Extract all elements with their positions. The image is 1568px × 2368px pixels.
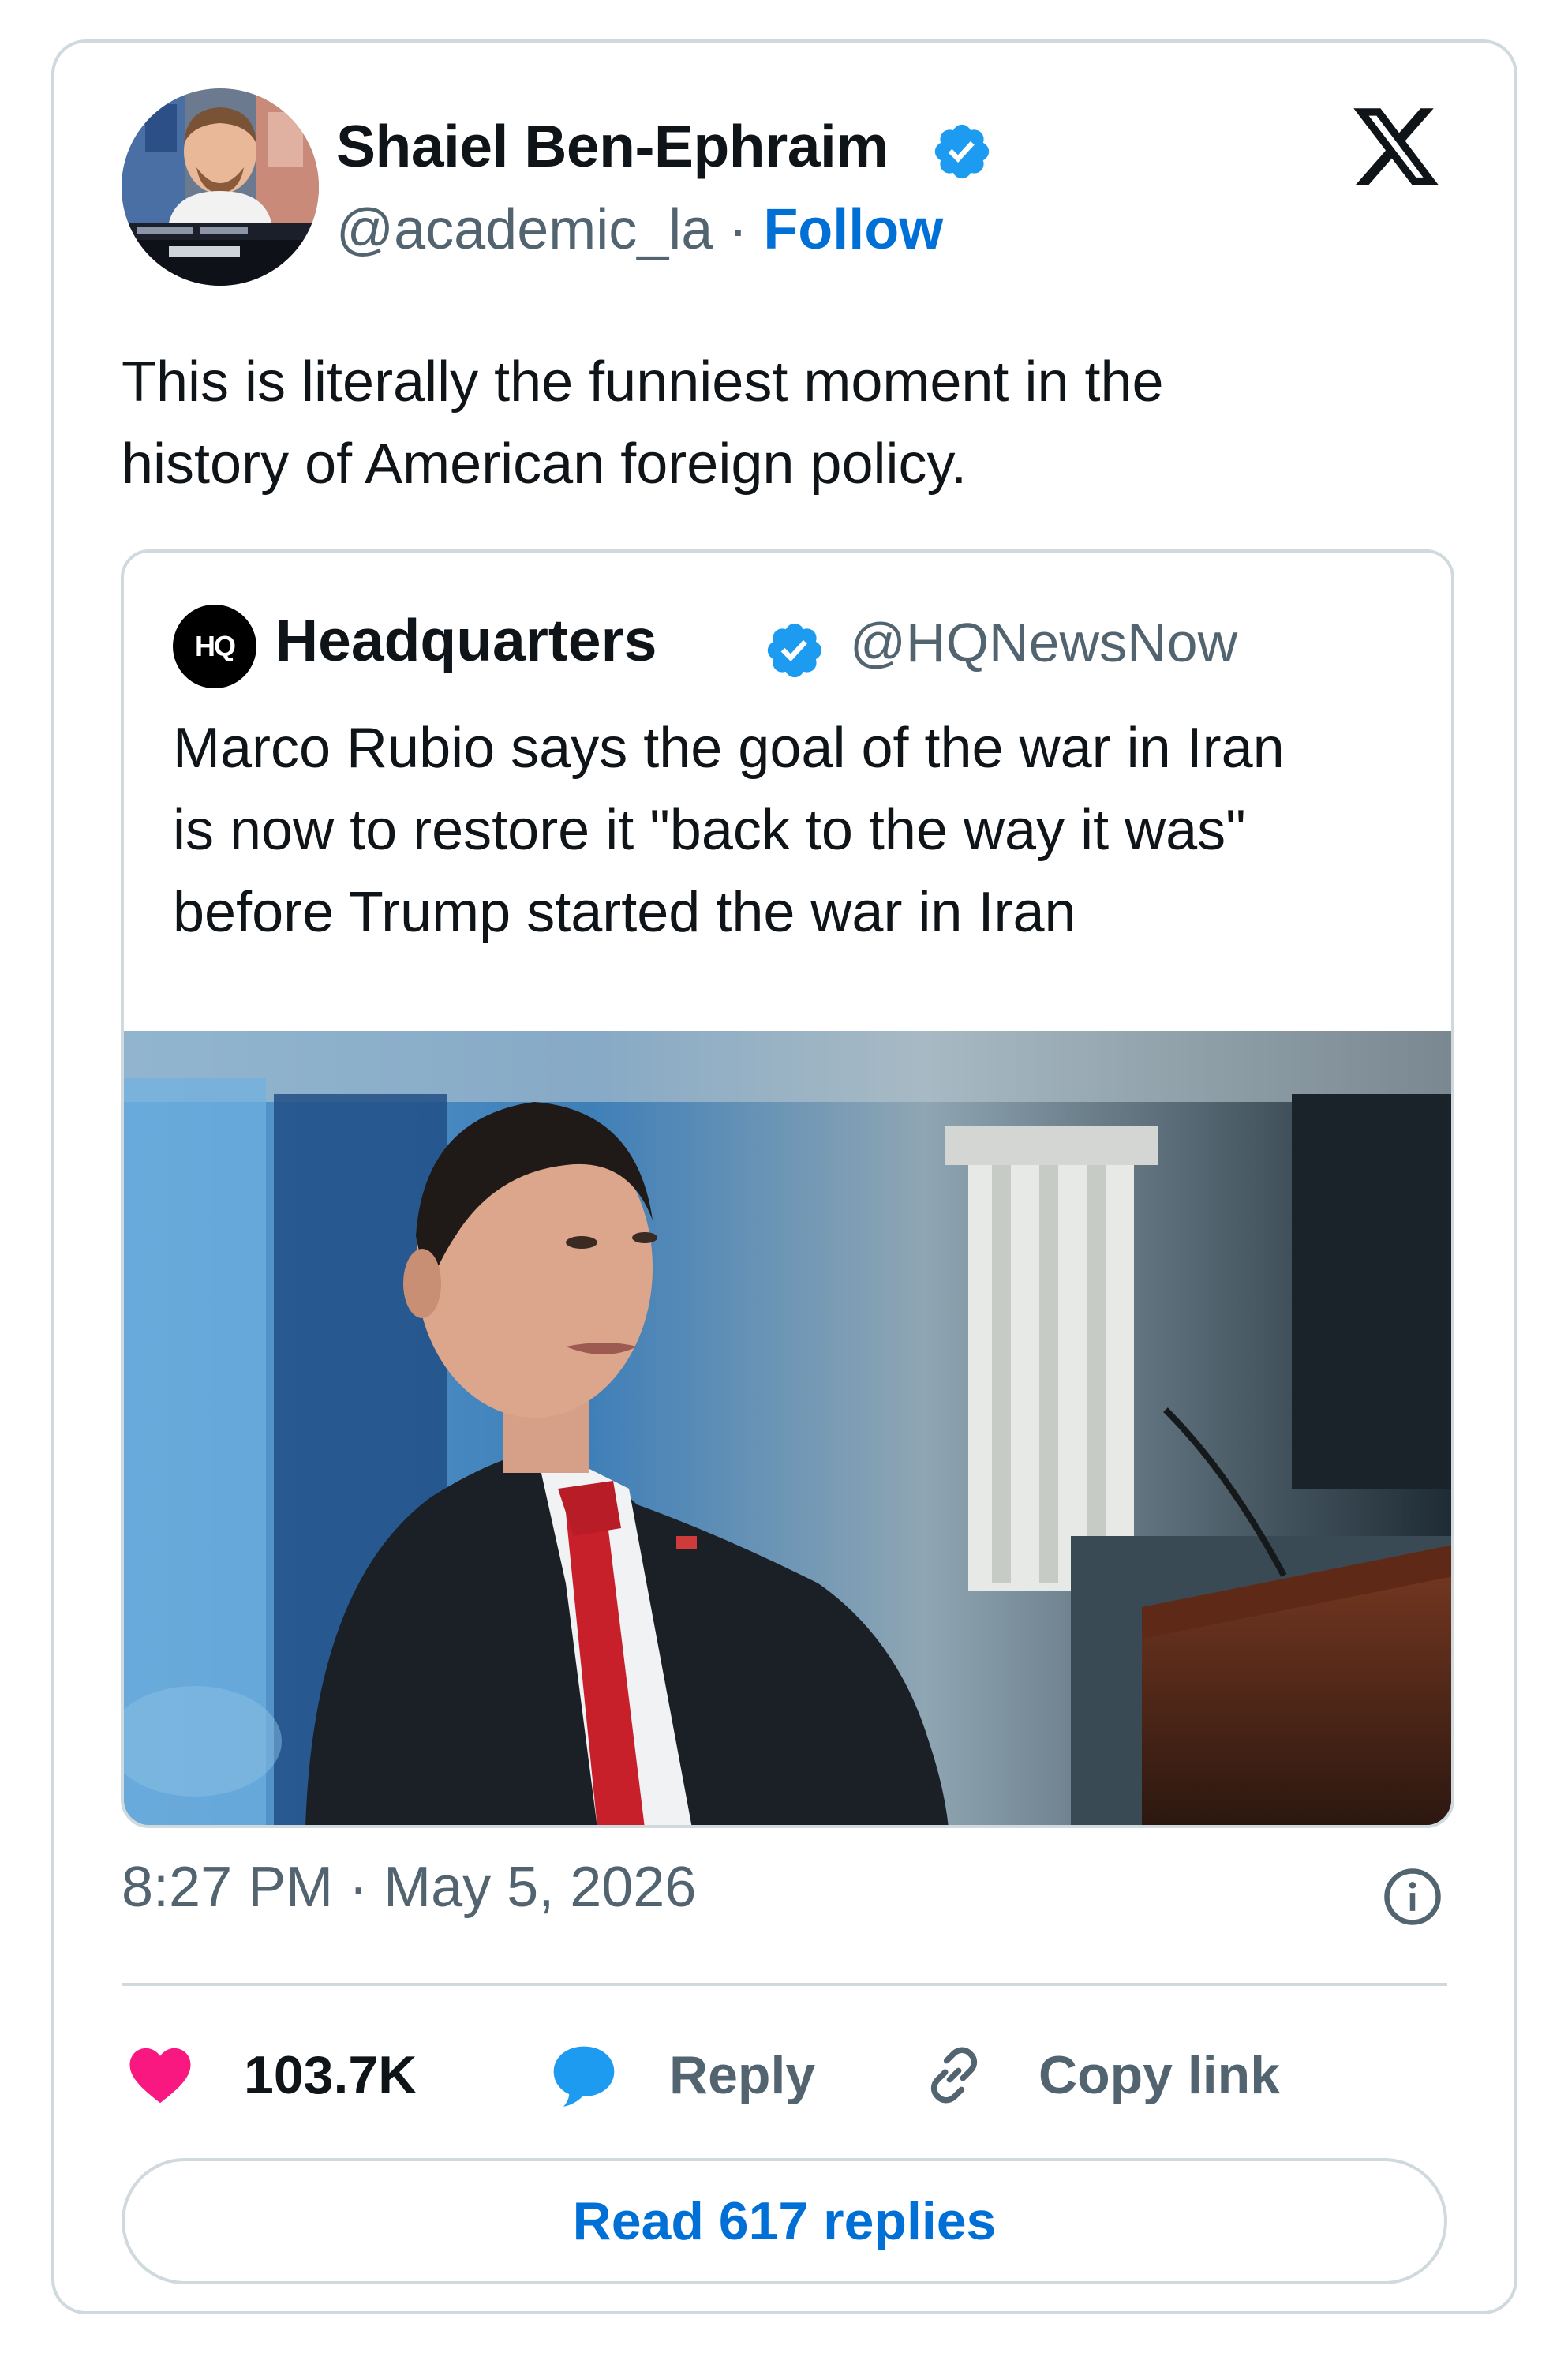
copy-link-label: Copy link xyxy=(1038,2045,1281,2105)
heart-icon xyxy=(129,2048,191,2104)
author-avatar[interactable] xyxy=(122,88,319,286)
quoted-tweet-photo[interactable] xyxy=(124,1031,1454,1828)
quoted-tweet[interactable]: HQ Headquarters @HQNewsNow Marco Rubio s… xyxy=(121,549,1454,1828)
quoted-text-line: Marco Rubio says the goal of the war in … xyxy=(173,717,1285,780)
quoted-text-line: is now to restore it "back to the way it… xyxy=(173,799,1246,862)
reply-bubble-icon xyxy=(553,2046,615,2107)
reply-label: Reply xyxy=(669,2045,816,2105)
quoted-author-avatar[interactable]: HQ xyxy=(173,605,256,688)
tweet-embed-card: Shaiel Ben-Ephraim @academic_la · Follow… xyxy=(51,39,1517,2314)
author-handle-line: @academic_la · Follow xyxy=(336,197,943,262)
copy-link-button[interactable]: Copy link xyxy=(919,2032,1280,2119)
quoted-text-line: before Trump started the war in Iran xyxy=(173,881,1076,944)
x-logo-icon[interactable] xyxy=(1349,99,1443,194)
like-count: 103.7K xyxy=(244,2045,417,2105)
quoted-author-name[interactable]: Headquarters xyxy=(275,606,657,674)
info-icon[interactable] xyxy=(1382,1866,1443,1928)
link-icon xyxy=(930,2047,978,2104)
verified-badge-icon xyxy=(934,124,990,179)
tweet-text: This is literally the funniest moment in… xyxy=(122,341,1447,505)
quoted-tweet-text: Marco Rubio says the goal of the war in … xyxy=(173,707,1420,954)
divider xyxy=(122,1983,1447,1986)
tweet-text-line: history of American foreign policy. xyxy=(122,433,967,496)
follow-link[interactable]: Follow xyxy=(763,198,943,261)
author-handle[interactable]: @academic_la xyxy=(336,198,713,261)
read-replies-label: Read 617 replies xyxy=(572,2191,997,2251)
read-replies-button[interactable]: Read 617 replies xyxy=(122,2158,1447,2284)
tweet-text-line: This is literally the funniest moment in… xyxy=(122,350,1164,414)
verified-badge-icon xyxy=(767,623,822,678)
tweet-timestamp[interactable]: 8:27 PM · May 5, 2026 xyxy=(122,1855,696,1920)
like-button[interactable]: 103.7K xyxy=(125,2032,417,2119)
quoted-author-handle[interactable]: @HQNewsNow xyxy=(850,611,1237,674)
handle-separator: · xyxy=(713,198,764,261)
author-name[interactable]: Shaiel Ben-Ephraim xyxy=(336,112,889,180)
reply-button[interactable]: Reply xyxy=(548,2032,815,2119)
